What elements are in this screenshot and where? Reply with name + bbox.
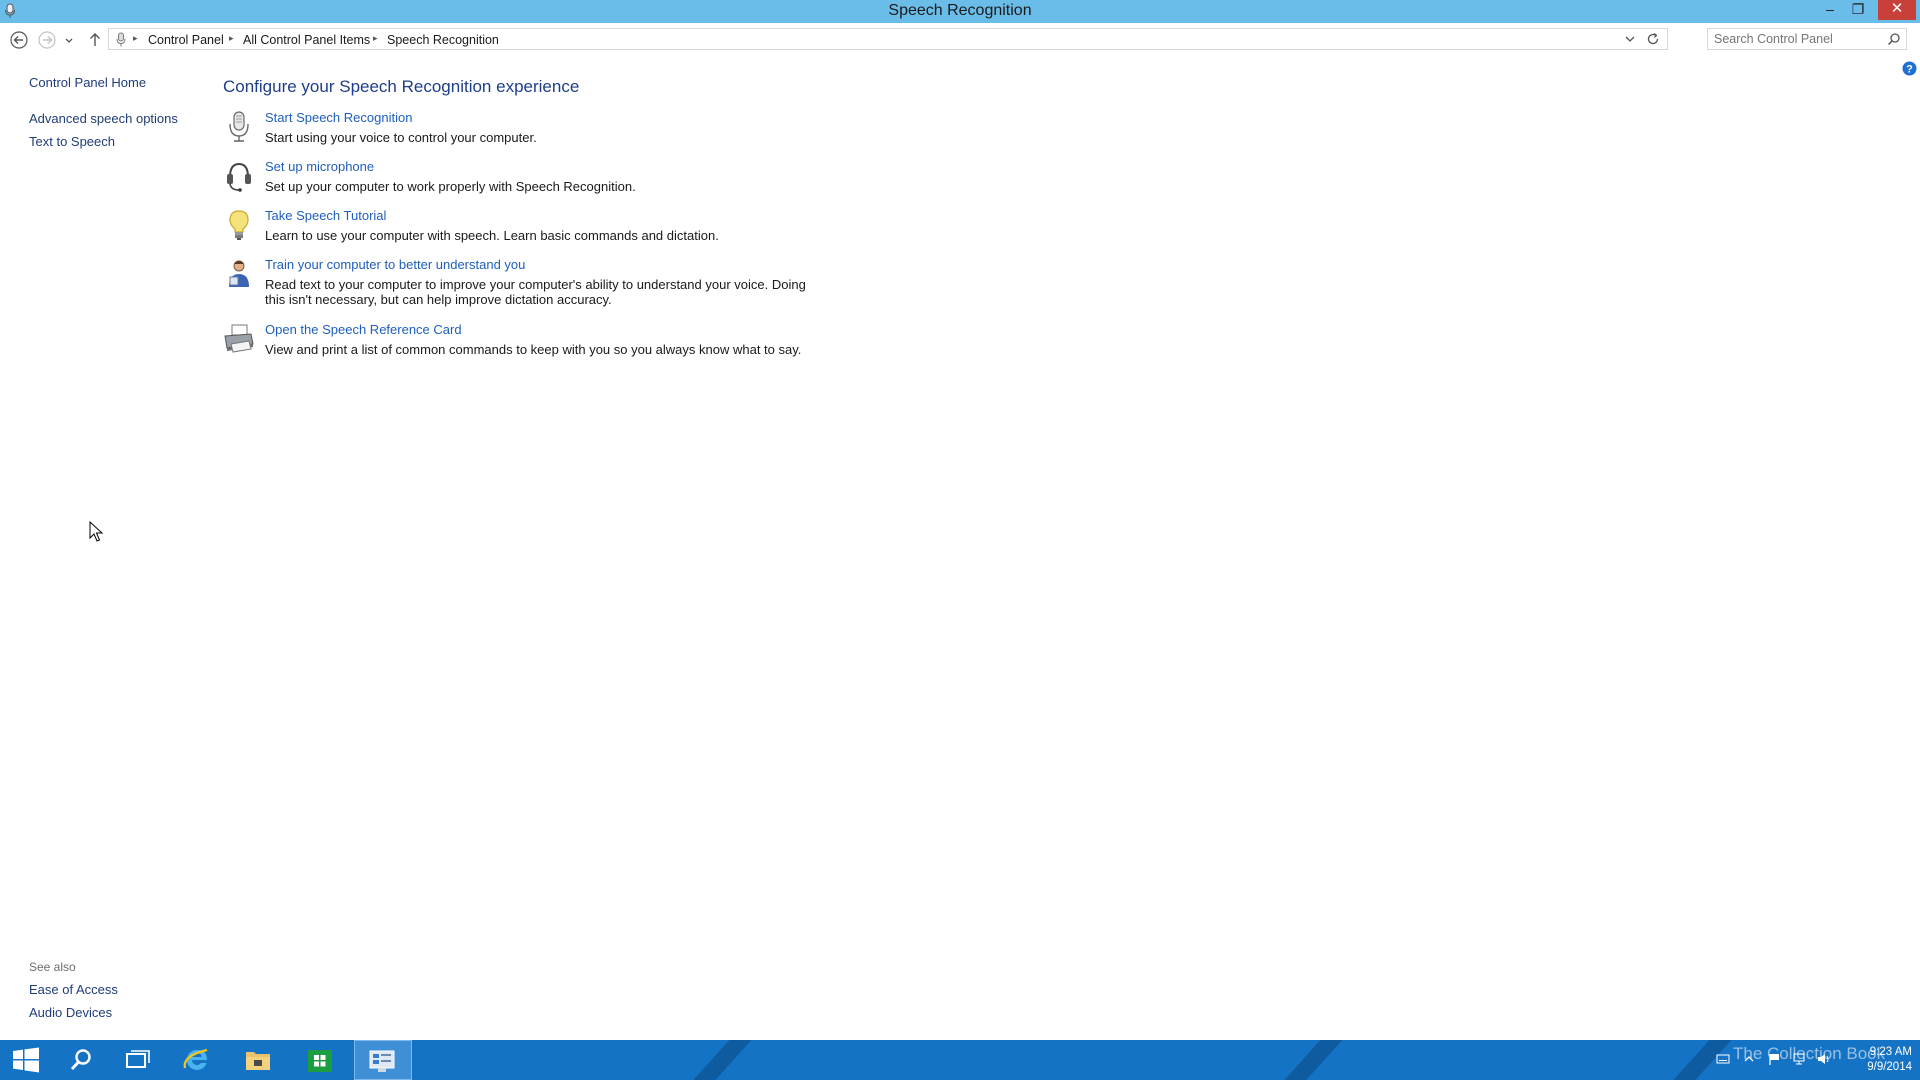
page-title: Configure your Speech Recognition experi…	[223, 77, 580, 96]
address-dropdown-icon[interactable]	[1623, 32, 1637, 46]
taskbar-decoration	[682, 1040, 752, 1080]
search-box[interactable]	[1707, 28, 1907, 50]
clock-time: 9:23 AM	[1869, 1046, 1912, 1058]
mouse-cursor-icon	[89, 521, 103, 542]
clock-date: 9/9/2014	[1867, 1061, 1912, 1073]
folder-icon	[246, 1052, 270, 1070]
task-description: Set up your computer to work properly wi…	[265, 179, 636, 194]
help-icon[interactable]: ?	[1902, 61, 1917, 76]
network-icon[interactable]	[1792, 1052, 1806, 1066]
forward-button[interactable]	[37, 30, 57, 50]
start-speech-recognition-link[interactable]: Start Speech Recognition	[265, 110, 412, 125]
windows-logo-icon	[13, 1047, 39, 1073]
control-panel-icon	[369, 1050, 395, 1072]
start-button[interactable]	[0, 1040, 52, 1080]
store-icon	[308, 1050, 332, 1072]
search-icon	[70, 1049, 91, 1070]
svg-text:?: ?	[1906, 64, 1913, 76]
taskbar-decoration	[1273, 1040, 1343, 1080]
set-up-microphone-link[interactable]: Set up microphone	[265, 159, 374, 174]
chevron-down-icon	[65, 38, 73, 43]
task-view-button[interactable]	[111, 1040, 163, 1080]
breadcrumb-separator[interactable]: ▸	[373, 33, 378, 44]
breadcrumb-all-control-panel-items[interactable]: All Control Panel Items	[243, 33, 370, 47]
breadcrumb-separator[interactable]: ▸	[133, 33, 138, 44]
window-title: Speech Recognition	[888, 2, 1032, 19]
task-description: Start using your voice to control your c…	[265, 130, 537, 145]
store-button[interactable]	[294, 1040, 346, 1080]
headset-icon	[227, 162, 251, 192]
task-description: Read text to your computer to improve yo…	[265, 277, 806, 307]
search-icon[interactable]	[1887, 32, 1901, 46]
back-button[interactable]	[9, 30, 29, 50]
maximize-button[interactable]: ❐	[1844, 0, 1872, 20]
text-to-speech-link[interactable]: Text to Speech	[29, 134, 115, 149]
close-button[interactable]: ✕	[1878, 0, 1916, 20]
up-arrow-icon	[90, 33, 100, 46]
file-explorer-button[interactable]	[232, 1040, 284, 1080]
open-reference-card-link[interactable]: Open the Speech Reference Card	[265, 322, 462, 337]
microphone-icon	[229, 111, 249, 142]
microphone-icon	[116, 32, 126, 47]
internet-explorer-icon	[183, 1048, 208, 1070]
audio-devices-link[interactable]: Audio Devices	[29, 1005, 112, 1020]
search-input[interactable]	[1714, 31, 1874, 47]
task-view-icon	[126, 1050, 150, 1068]
navigation-bar: ▸ Control Panel ▸ All Control Panel Item…	[0, 27, 1920, 53]
keyboard-icon[interactable]	[1716, 1052, 1730, 1066]
action-center-flag-icon[interactable]	[1767, 1052, 1781, 1066]
title-bar: Speech Recognition – ❐ ✕	[0, 0, 1920, 23]
recent-locations-button[interactable]	[63, 30, 75, 50]
control-panel-home-link[interactable]: Control Panel Home	[29, 75, 146, 90]
show-hidden-icons-icon[interactable]	[1742, 1052, 1756, 1066]
forward-arrow-icon	[38, 31, 56, 49]
take-speech-tutorial-link[interactable]: Take Speech Tutorial	[265, 208, 386, 223]
see-also-label: See also	[29, 960, 76, 974]
minimize-button[interactable]: –	[1816, 0, 1844, 20]
up-button[interactable]	[85, 30, 105, 50]
train-computer-link[interactable]: Train your computer to better understand…	[265, 257, 525, 272]
breadcrumb-separator[interactable]: ▸	[229, 33, 234, 44]
system-clock[interactable]: 9:23 AM 9/9/2014	[1852, 1045, 1912, 1075]
address-bar[interactable]: ▸ Control Panel ▸ All Control Panel Item…	[108, 28, 1668, 50]
taskbar-search-button[interactable]	[55, 1040, 107, 1080]
back-arrow-icon	[10, 31, 28, 49]
volume-icon[interactable]	[1817, 1052, 1831, 1066]
internet-explorer-button[interactable]	[171, 1040, 223, 1080]
breadcrumb-control-panel[interactable]: Control Panel	[148, 33, 224, 47]
refresh-icon[interactable]	[1645, 31, 1661, 47]
task-description: View and print a list of common commands…	[265, 342, 802, 357]
control-panel-taskbar-button[interactable]	[354, 1040, 412, 1080]
advanced-speech-options-link[interactable]: Advanced speech options	[29, 111, 178, 126]
breadcrumb-speech-recognition[interactable]: Speech Recognition	[387, 33, 499, 47]
lightbulb-icon	[229, 210, 249, 240]
taskbar: The Collection Book 9:23 AM 9/9/2014	[0, 1040, 1920, 1080]
printer-icon	[224, 324, 254, 353]
user-train-icon	[229, 260, 249, 287]
task-description: Learn to use your computer with speech. …	[265, 228, 719, 243]
ease-of-access-link[interactable]: Ease of Access	[29, 982, 118, 997]
